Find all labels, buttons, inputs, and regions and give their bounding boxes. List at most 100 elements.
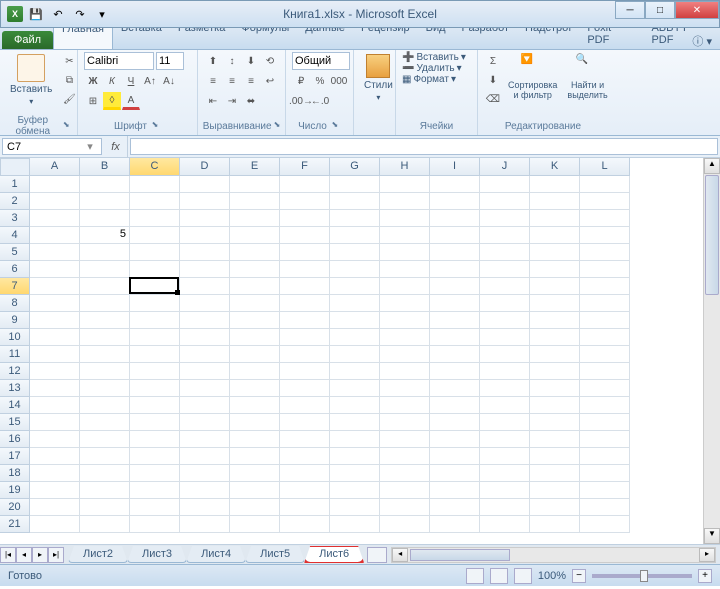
cell-I7[interactable]: [430, 278, 480, 295]
excel-icon[interactable]: X: [7, 6, 23, 22]
cell-F6[interactable]: [280, 261, 330, 278]
cell-B2[interactable]: [80, 193, 130, 210]
cell-C7[interactable]: [130, 278, 180, 295]
row-header-20[interactable]: 20: [0, 499, 30, 516]
cell-H4[interactable]: [380, 227, 430, 244]
cell-H13[interactable]: [380, 380, 430, 397]
cell-G16[interactable]: [330, 431, 380, 448]
cell-H8[interactable]: [380, 295, 430, 312]
cell-G14[interactable]: [330, 397, 380, 414]
cell-F1[interactable]: [280, 176, 330, 193]
cell-A11[interactable]: [30, 346, 80, 363]
cell-K4[interactable]: [530, 227, 580, 244]
cell-G20[interactable]: [330, 499, 380, 516]
cell-J6[interactable]: [480, 261, 530, 278]
cell-J15[interactable]: [480, 414, 530, 431]
scroll-left-icon[interactable]: ◂: [392, 548, 408, 562]
cell-C18[interactable]: [130, 465, 180, 482]
cell-J13[interactable]: [480, 380, 530, 397]
cell-E2[interactable]: [230, 193, 280, 210]
cell-H21[interactable]: [380, 516, 430, 533]
cell-B18[interactable]: [80, 465, 130, 482]
cell-D12[interactable]: [180, 363, 230, 380]
cell-G15[interactable]: [330, 414, 380, 431]
cell-K1[interactable]: [530, 176, 580, 193]
cell-D17[interactable]: [180, 448, 230, 465]
horizontal-scroll-thumb[interactable]: [410, 549, 510, 561]
cell-A1[interactable]: [30, 176, 80, 193]
cell-C3[interactable]: [130, 210, 180, 227]
cell-B21[interactable]: [80, 516, 130, 533]
font-size-dropdown[interactable]: [156, 52, 184, 70]
cell-H3[interactable]: [380, 210, 430, 227]
cell-I18[interactable]: [430, 465, 480, 482]
maximize-button[interactable]: □: [645, 1, 675, 19]
cell-J20[interactable]: [480, 499, 530, 516]
zoom-out-button[interactable]: −: [572, 569, 586, 583]
column-header-J[interactable]: J: [480, 158, 530, 176]
cell-C9[interactable]: [130, 312, 180, 329]
align-middle-icon[interactable]: ↕: [223, 52, 241, 70]
cell-E4[interactable]: [230, 227, 280, 244]
cell-A13[interactable]: [30, 380, 80, 397]
column-header-K[interactable]: K: [530, 158, 580, 176]
save-icon[interactable]: 💾: [27, 5, 45, 23]
cell-C12[interactable]: [130, 363, 180, 380]
cut-icon[interactable]: ✂: [60, 52, 78, 70]
cell-G19[interactable]: [330, 482, 380, 499]
cell-C5[interactable]: [130, 244, 180, 261]
cell-G9[interactable]: [330, 312, 380, 329]
cell-H6[interactable]: [380, 261, 430, 278]
cell-H20[interactable]: [380, 499, 430, 516]
row-header-7[interactable]: 7: [0, 278, 30, 295]
cell-F3[interactable]: [280, 210, 330, 227]
cell-A6[interactable]: [30, 261, 80, 278]
cell-D10[interactable]: [180, 329, 230, 346]
cell-I5[interactable]: [430, 244, 480, 261]
cell-B12[interactable]: [80, 363, 130, 380]
cell-B5[interactable]: [80, 244, 130, 261]
cell-L7[interactable]: [580, 278, 630, 295]
decrease-indent-icon[interactable]: ⇤: [204, 92, 222, 110]
cell-K6[interactable]: [530, 261, 580, 278]
sheet-prev-icon[interactable]: ◂: [16, 547, 32, 563]
cell-K17[interactable]: [530, 448, 580, 465]
cell-L13[interactable]: [580, 380, 630, 397]
number-format-dropdown[interactable]: [292, 52, 350, 70]
cell-E19[interactable]: [230, 482, 280, 499]
undo-icon[interactable]: ↶: [49, 5, 67, 23]
cell-C11[interactable]: [130, 346, 180, 363]
cell-B20[interactable]: [80, 499, 130, 516]
cell-A9[interactable]: [30, 312, 80, 329]
cell-I12[interactable]: [430, 363, 480, 380]
cell-L19[interactable]: [580, 482, 630, 499]
cell-C2[interactable]: [130, 193, 180, 210]
cell-L20[interactable]: [580, 499, 630, 516]
cell-G7[interactable]: [330, 278, 380, 295]
cell-G8[interactable]: [330, 295, 380, 312]
sheet-last-icon[interactable]: ▸|: [48, 547, 64, 563]
cell-I3[interactable]: [430, 210, 480, 227]
sheet-tab-лист2[interactable]: Лист2: [68, 546, 128, 563]
cell-E20[interactable]: [230, 499, 280, 516]
cell-F7[interactable]: [280, 278, 330, 295]
align-left-icon[interactable]: ≡: [204, 72, 222, 90]
cell-G11[interactable]: [330, 346, 380, 363]
cell-D21[interactable]: [180, 516, 230, 533]
cell-H15[interactable]: [380, 414, 430, 431]
cell-K21[interactable]: [530, 516, 580, 533]
row-header-6[interactable]: 6: [0, 261, 30, 278]
font-color-icon[interactable]: A: [122, 92, 140, 110]
cell-K3[interactable]: [530, 210, 580, 227]
cell-C15[interactable]: [130, 414, 180, 431]
cell-H7[interactable]: [380, 278, 430, 295]
cell-H5[interactable]: [380, 244, 430, 261]
increase-decimal-icon[interactable]: .00→: [292, 92, 310, 110]
cell-L14[interactable]: [580, 397, 630, 414]
row-header-17[interactable]: 17: [0, 448, 30, 465]
cell-B10[interactable]: [80, 329, 130, 346]
cell-G10[interactable]: [330, 329, 380, 346]
orientation-icon[interactable]: ⟲: [261, 52, 279, 70]
cell-E15[interactable]: [230, 414, 280, 431]
cell-K12[interactable]: [530, 363, 580, 380]
